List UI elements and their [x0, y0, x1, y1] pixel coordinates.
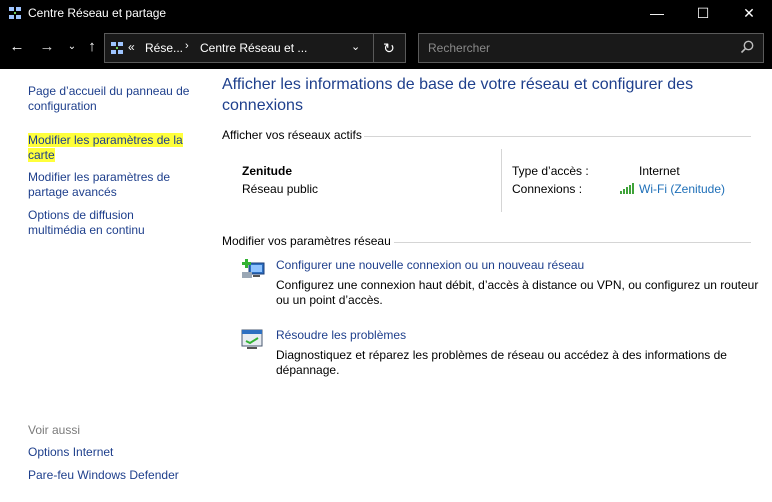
forward-button[interactable]: → [38, 38, 56, 56]
title-bar: Centre Réseau et partage — ☐ ✕ [0, 0, 772, 27]
recent-locations-button[interactable]: ⌄ [63, 38, 81, 56]
breadcrumb-overflow[interactable]: « [128, 40, 135, 54]
back-button[interactable]: ← [8, 38, 26, 56]
setup-new-connection-description: Configurez une connexion haut débit, d’a… [276, 278, 759, 307]
up-button[interactable]: ↑ [83, 38, 101, 56]
sidebar-link-label: Page d’accueil du panneau de configurati… [28, 84, 190, 113]
sidebar-link-adapter-settings[interactable]: Modifier les paramètres de la carte [28, 133, 193, 163]
minimize-button[interactable]: — [634, 0, 680, 27]
search-input[interactable]: Rechercher [418, 33, 764, 63]
wifi-connection-link[interactable]: Wi-Fi (Zenitude) [639, 182, 725, 196]
search-placeholder: Rechercher [428, 41, 491, 55]
network-type[interactable]: Réseau public [242, 182, 318, 196]
wifi-signal-icon [620, 183, 634, 194]
change-settings-heading: Modifier vos paramètres réseau [222, 234, 391, 248]
sidebar-link-control-panel-home[interactable]: Page d’accueil du panneau de configurati… [28, 84, 193, 114]
sidebar-link-label: Pare-feu Windows Defender [28, 468, 179, 482]
sidebar-link-media-streaming[interactable]: Options de diffusion multimédia en conti… [28, 208, 193, 238]
see-also-heading: Voir aussi [28, 423, 81, 437]
close-button[interactable]: ✕ [726, 0, 772, 27]
sidebar-link-internet-options[interactable]: Options Internet [28, 445, 193, 460]
troubleshoot-link[interactable]: Résoudre les problèmes [276, 328, 406, 342]
breadcrumb-item[interactable]: Centre Réseau et ... [200, 41, 307, 55]
sidebar-link-label: Options Internet [28, 445, 114, 459]
access-type-value: Internet [639, 164, 680, 178]
refresh-button[interactable]: ↻ [373, 34, 404, 62]
left-pane: Page d’accueil du panneau de configurati… [0, 69, 200, 502]
main-content: Afficher les informations de base de vot… [200, 69, 772, 502]
maximize-button[interactable]: ☐ [680, 0, 726, 27]
sidebar-link-label: Options de diffusion multimédia en conti… [28, 208, 145, 237]
address-box[interactable]: « Rése... › Centre Réseau et ... ⌄ ↻ [104, 33, 406, 63]
troubleshoot-description: Diagnostiquez et réparez les problèmes d… [276, 348, 727, 377]
sidebar-link-label: Modifier les paramètres de partage avanc… [28, 170, 171, 199]
network-name: Zenitude [242, 164, 292, 178]
new-connection-icon [242, 259, 265, 278]
breadcrumb-item[interactable]: Rése... [145, 41, 183, 55]
divider [364, 136, 751, 137]
search-icon[interactable] [739, 39, 755, 55]
navigation-bar: ← → ⌄ ↑ « Rése... › Centre Réseau et ...… [0, 27, 772, 69]
page-title: Afficher les informations de base de vot… [222, 76, 694, 114]
troubleshoot-icon [241, 329, 263, 349]
active-networks-heading: Afficher vos réseaux actifs [222, 128, 362, 142]
divider [501, 149, 502, 212]
sidebar-link-label: Modifier les paramètres de la carte [28, 133, 183, 162]
connections-label: Connexions : [512, 182, 583, 196]
sidebar-link-firewall[interactable]: Pare-feu Windows Defender [28, 468, 193, 483]
address-dropdown-button[interactable]: ⌄ [351, 40, 360, 53]
sidebar-link-advanced-sharing[interactable]: Modifier les paramètres de partage avanc… [28, 170, 193, 200]
network-center-icon [111, 42, 123, 54]
access-type-label: Type d’accès : [512, 164, 589, 178]
network-center-icon [9, 7, 21, 19]
window-title: Centre Réseau et partage [28, 6, 167, 20]
divider [394, 242, 751, 243]
chevron-right-icon[interactable]: › [185, 40, 189, 52]
setup-new-connection-link[interactable]: Configurer une nouvelle connexion ou un … [276, 258, 584, 272]
